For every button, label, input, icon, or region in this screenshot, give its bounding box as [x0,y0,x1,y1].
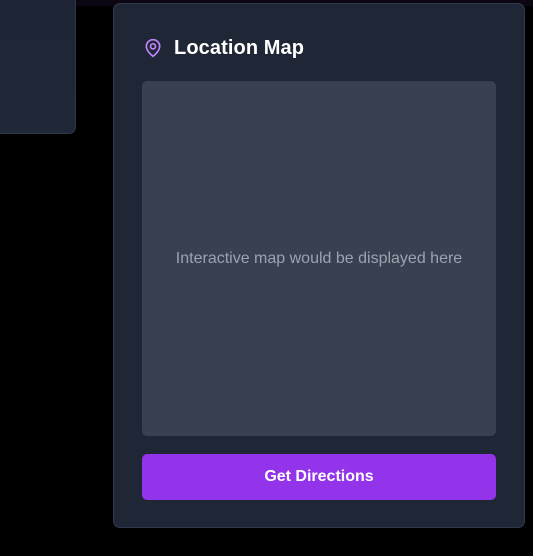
card-title: Location Map [174,36,305,59]
get-directions-button[interactable]: Get Directions [142,454,496,500]
adjacent-card [0,0,76,134]
map-area[interactable]: Interactive map would be displayed here [142,81,496,436]
card-header: Location Map [143,35,304,61]
location-map-card: Location Map Interactive map would be di… [113,3,525,528]
map-pin-icon [145,38,161,58]
map-placeholder-text: Interactive map would be displayed here [175,249,463,267]
